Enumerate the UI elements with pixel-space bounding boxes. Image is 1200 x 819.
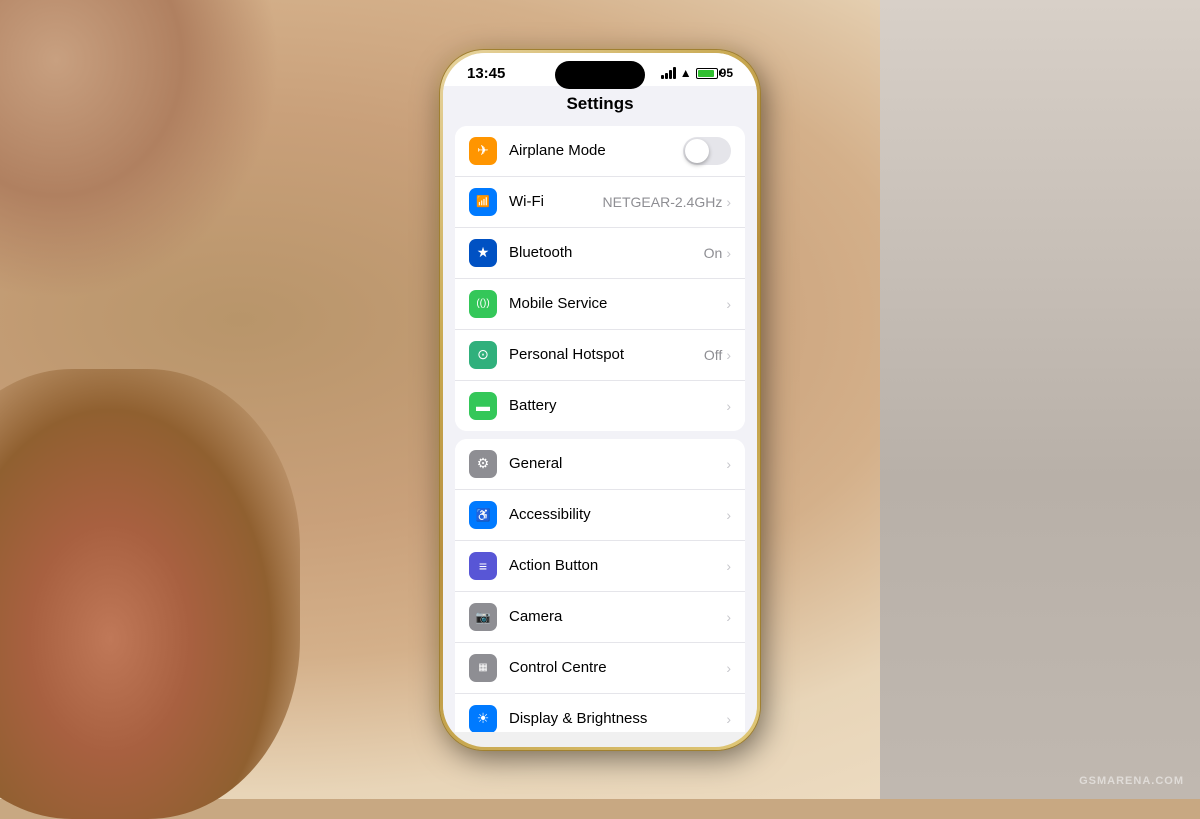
status-bar: 13:45 ▲ 95 [443,53,757,86]
accessibility-label: Accessibility [509,506,726,523]
bluetooth-label: Bluetooth [509,244,704,261]
display-brightness-chevron: › [726,711,731,727]
battery-percent: 95 [720,66,733,80]
camera-label: Camera [509,608,726,625]
screen-content[interactable]: Settings ✈ Airplane Mode 📶 Wi-Fi [443,86,757,732]
personal-hotspot-label: Personal Hotspot [509,346,704,363]
system-section: ⚙ General › ♿ Accessibility › ≡ Action B… [455,439,745,732]
general-chevron: › [726,456,731,472]
control-centre-label: Control Centre [509,659,726,676]
battery-icon-row: ▬ [469,392,497,420]
display-brightness-icon: ☀ [469,705,497,732]
bluetooth-chevron: › [726,245,731,261]
settings-title: Settings [443,86,757,126]
toggle-knob [685,139,709,163]
signal-bar-4 [673,67,676,79]
action-button-chevron: › [726,558,731,574]
background-person-top [0,0,280,300]
battery-icon [696,68,718,79]
bluetooth-row[interactable]: ★ Bluetooth On › [455,228,745,279]
signal-bar-3 [669,70,672,79]
mobile-service-label: Mobile Service [509,295,726,312]
accessibility-row[interactable]: ♿ Accessibility › [455,490,745,541]
battery-status: 95 [696,66,733,80]
personal-hotspot-icon: ⊙ [469,341,497,369]
control-centre-row[interactable]: ▦ Control Centre › [455,643,745,694]
wifi-value: NETGEAR-2.4GHz [603,194,723,210]
airplane-mode-label: Airplane Mode [509,142,683,159]
general-label: General [509,455,726,472]
airplane-mode-toggle[interactable] [683,137,731,165]
background-right [880,0,1200,799]
watermark: GSMARENA.COM [1079,775,1184,787]
signal-bar-1 [661,75,664,79]
wifi-label: Wi-Fi [509,193,603,210]
phone-screen: 13:45 ▲ 95 [443,53,757,747]
bluetooth-value: On [704,245,723,261]
action-button-row[interactable]: ≡ Action Button › [455,541,745,592]
accessibility-chevron: › [726,507,731,523]
accessibility-icon: ♿ [469,501,497,529]
general-row[interactable]: ⚙ General › [455,439,745,490]
status-icons: ▲ 95 [661,66,733,80]
battery-fill [698,70,714,77]
signal-icon [661,67,676,79]
phone-outer-frame: 13:45 ▲ 95 [440,50,760,750]
battery-label: Battery [509,397,726,414]
wifi-icon-row: 📶 [469,188,497,216]
wifi-chevron: › [726,194,731,210]
phone-device: 13:45 ▲ 95 [440,50,760,750]
bluetooth-icon: ★ [469,239,497,267]
camera-chevron: › [726,609,731,625]
control-centre-icon: ▦ [469,654,497,682]
mobile-service-chevron: › [726,296,731,312]
airplane-mode-row[interactable]: ✈ Airplane Mode [455,126,745,177]
connectivity-section: ✈ Airplane Mode 📶 Wi-Fi NETGEAR-2.4GHz › [455,126,745,431]
general-icon: ⚙ [469,450,497,478]
display-brightness-row[interactable]: ☀ Display & Brightness › [455,694,745,732]
airplane-mode-icon: ✈ [469,137,497,165]
mobile-service-row[interactable]: (()) Mobile Service › [455,279,745,330]
personal-hotspot-value: Off [704,347,722,363]
battery-chevron: › [726,398,731,414]
personal-hotspot-row[interactable]: ⊙ Personal Hotspot Off › [455,330,745,381]
control-centre-chevron: › [726,660,731,676]
mobile-service-icon: (()) [469,290,497,318]
camera-icon: 📷 [469,603,497,631]
action-button-icon: ≡ [469,552,497,580]
dynamic-island [555,61,645,89]
action-button-label: Action Button [509,557,726,574]
camera-row[interactable]: 📷 Camera › [455,592,745,643]
signal-bar-2 [665,73,668,79]
status-time: 13:45 [467,65,505,82]
battery-row[interactable]: ▬ Battery › [455,381,745,431]
display-brightness-label: Display & Brightness [509,710,726,727]
personal-hotspot-chevron: › [726,347,731,363]
wifi-row[interactable]: 📶 Wi-Fi NETGEAR-2.4GHz › [455,177,745,228]
wifi-icon: ▲ [680,66,692,80]
